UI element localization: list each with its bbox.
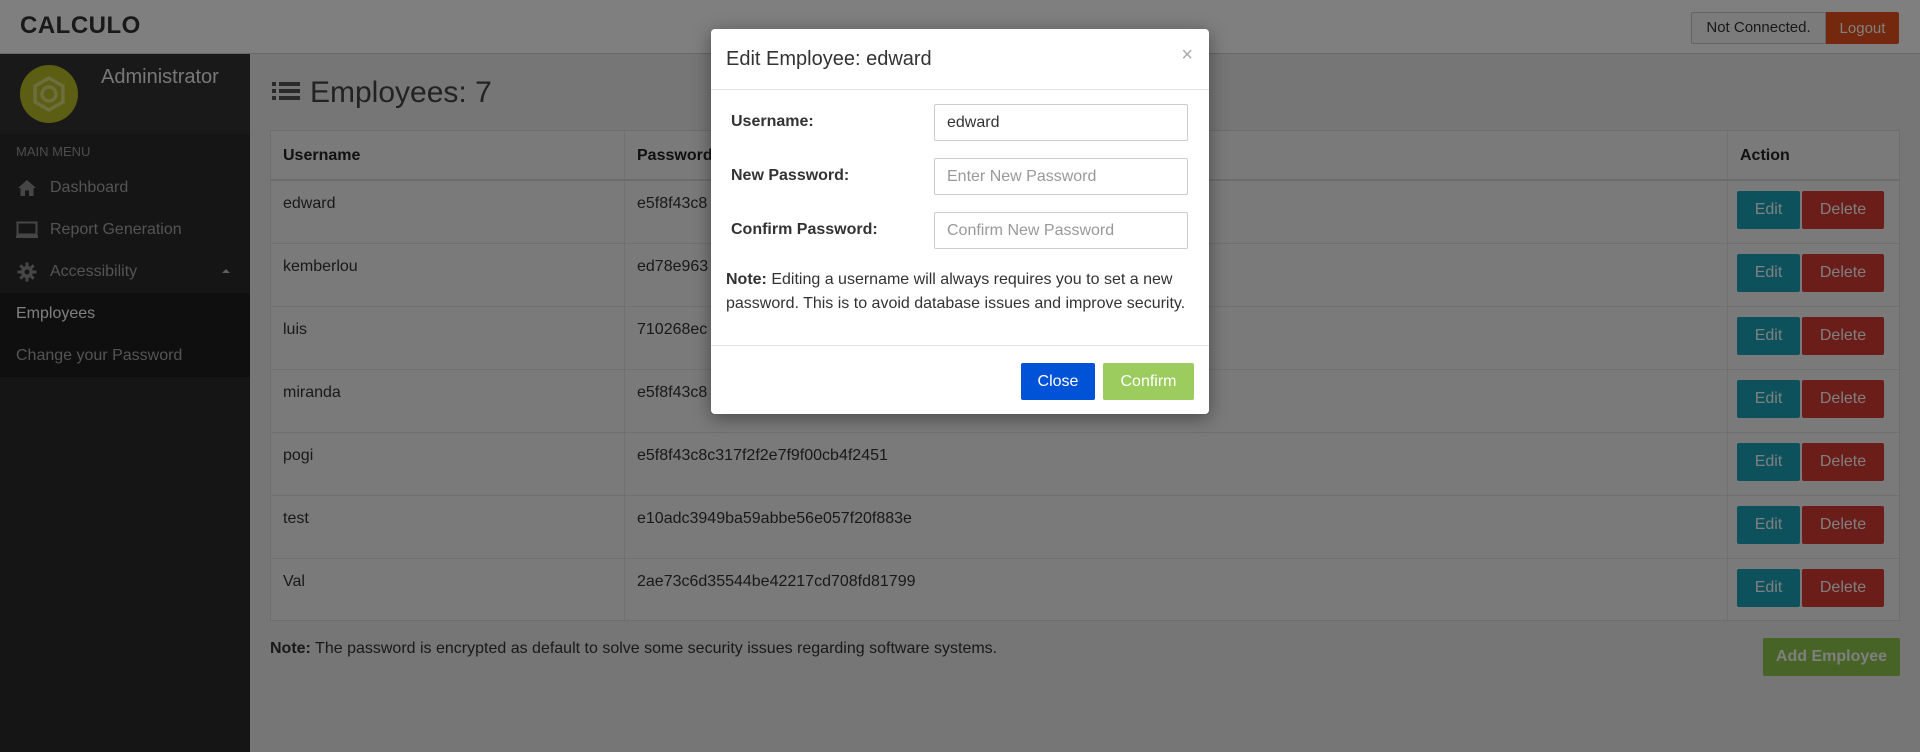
confirm-password-field[interactable] <box>934 212 1188 249</box>
modal-note-text: Editing a username will always requires … <box>726 271 1186 312</box>
username-label: Username: <box>731 113 814 130</box>
modal-note: Note: Editing a username will always req… <box>726 268 1196 316</box>
username-field[interactable] <box>934 104 1188 141</box>
modal-header: Edit Employee: edward × <box>711 29 1209 90</box>
modal-title: Edit Employee: edward <box>726 48 932 70</box>
new-password-label: New Password: <box>731 167 850 184</box>
close-button[interactable]: Close <box>1021 363 1095 400</box>
modal-note-prefix: Note: <box>726 271 767 288</box>
close-icon[interactable]: × <box>1181 45 1193 65</box>
modal-footer-divider <box>711 345 1209 346</box>
edit-employee-modal: Edit Employee: edward × Username: New Pa… <box>711 29 1209 414</box>
new-password-field[interactable] <box>934 158 1188 195</box>
confirm-password-label: Confirm Password: <box>731 221 878 238</box>
confirm-button[interactable]: Confirm <box>1103 363 1194 400</box>
